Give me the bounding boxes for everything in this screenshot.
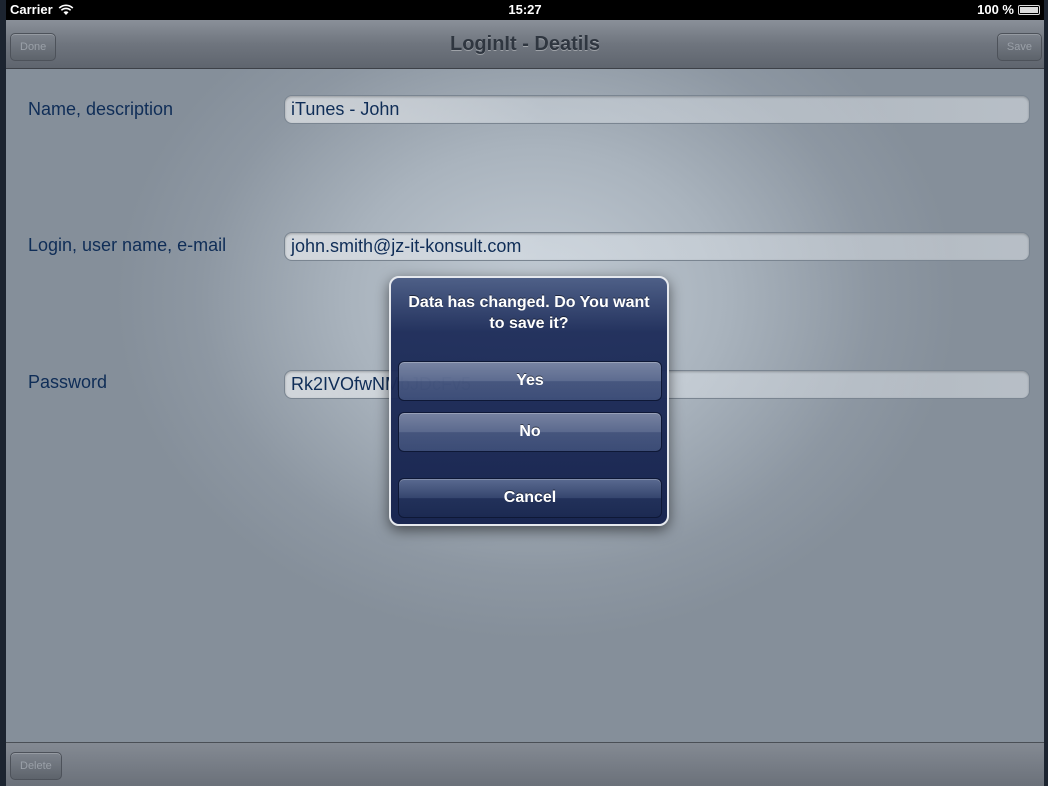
battery-indicator: 100 % xyxy=(977,2,1040,17)
page-title: LoginIt - Deatils xyxy=(450,33,600,55)
password-label: Password xyxy=(28,372,108,392)
yes-button[interactable]: Yes xyxy=(398,361,662,401)
login-field[interactable]: john.smith@jz-it-konsult.com xyxy=(284,232,1030,261)
navigation-bar: LoginIt - Deatils xyxy=(6,20,1044,69)
delete-button[interactable]: Delete xyxy=(10,752,62,780)
name-label: Name, description xyxy=(28,99,174,119)
cancel-button[interactable]: Cancel xyxy=(398,478,662,518)
status-time: 15:27 xyxy=(508,2,542,17)
ipad-screen: Carrier 15:27 100 % LoginIt - Deatils Do… xyxy=(6,0,1044,786)
bottom-toolbar: Delete xyxy=(6,742,1044,786)
name-field[interactable]: iTunes - John xyxy=(284,95,1030,124)
save-alert-dialog: Data has changed. Do You want to save it… xyxy=(389,276,669,526)
login-label: Login, user name, e-mail xyxy=(28,235,227,255)
done-button[interactable]: Done xyxy=(10,33,57,61)
battery-percent: 100 % xyxy=(977,2,1014,17)
no-button[interactable]: No xyxy=(398,412,662,452)
alert-message: Data has changed. Do You want to save it… xyxy=(408,294,650,332)
battery-icon xyxy=(1018,4,1040,15)
status-bar: Carrier 15:27 100 % xyxy=(6,0,1044,20)
save-button[interactable]: Save xyxy=(996,33,1042,61)
